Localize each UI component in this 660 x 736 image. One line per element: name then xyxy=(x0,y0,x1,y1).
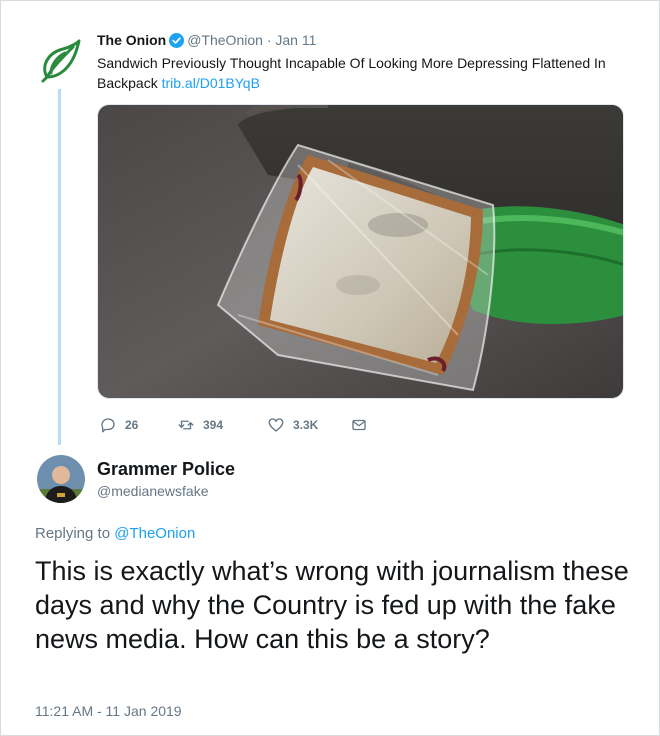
thread-line xyxy=(58,89,61,445)
reply-author-name[interactable]: Grammer Police xyxy=(97,459,235,480)
reply-action[interactable]: 26 xyxy=(99,415,138,435)
reply-icon xyxy=(101,418,115,433)
tweet-header: The Onion @TheOnion · Jan 11 xyxy=(97,31,316,49)
tweet-text: Sandwich Previously Thought Incapable Of… xyxy=(97,53,637,93)
retweet-action[interactable]: 394 xyxy=(177,415,223,435)
reply-text: This is exactly what’s wrong with journa… xyxy=(35,556,629,654)
replying-to-mention[interactable]: @TheOnion xyxy=(114,525,195,542)
author-name[interactable]: The Onion xyxy=(97,32,166,48)
tweet-media-photo[interactable] xyxy=(97,104,624,399)
verified-badge-icon xyxy=(169,33,185,48)
reply-count: 26 xyxy=(125,418,139,432)
separator-dot: · xyxy=(266,32,272,48)
tweet-link[interactable]: trib.al/D01BYqB xyxy=(162,75,260,91)
retweet-count: 394 xyxy=(203,418,224,432)
envelope-icon xyxy=(352,419,366,431)
reply-timestamp[interactable]: 11:21 AM - 11 Jan 2019 xyxy=(35,703,182,719)
avatar[interactable] xyxy=(37,455,85,503)
replying-to-label: Replying to xyxy=(35,525,111,542)
replying-to: Replying to @TheOnion xyxy=(35,525,195,542)
tweet-card: The Onion @TheOnion · Jan 11 Sandwich Pre… xyxy=(0,0,660,736)
like-action[interactable]: 3.3K xyxy=(267,415,318,435)
direct-message-action[interactable] xyxy=(350,415,368,435)
author-handle[interactable]: @TheOnion xyxy=(187,32,263,48)
reply-author-handle[interactable]: @medianewsfake xyxy=(97,483,209,499)
tweet-date[interactable]: Jan 11 xyxy=(275,32,316,48)
onion-logo-icon[interactable] xyxy=(35,37,83,85)
retweet-icon xyxy=(178,420,194,430)
like-count: 3.3K xyxy=(293,418,319,432)
heart-icon xyxy=(268,418,284,432)
